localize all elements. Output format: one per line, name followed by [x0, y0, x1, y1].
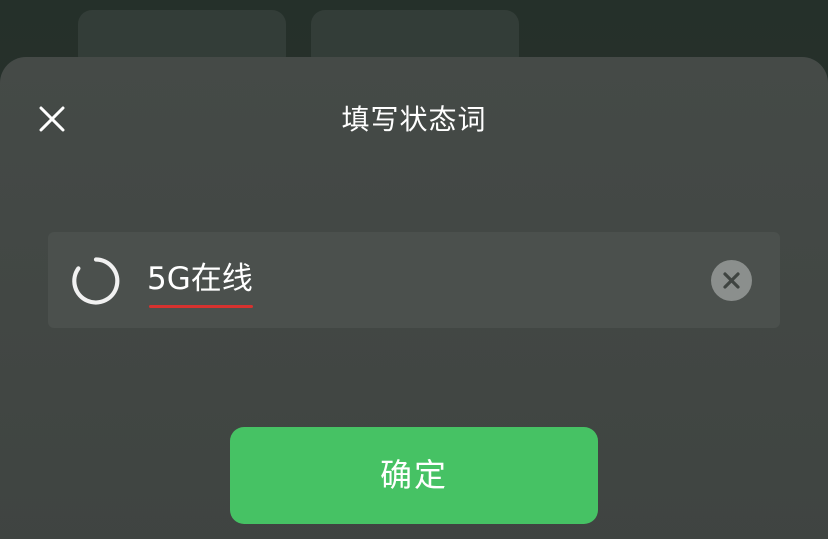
status-input-row[interactable]: 5G在线 [48, 232, 780, 328]
sheet-title: 填写状态词 [341, 103, 487, 136]
status-ring-icon [71, 256, 121, 306]
screen: 填写状态词 5G在线 确定 [0, 0, 828, 539]
confirm-button[interactable]: 确定 [230, 427, 598, 524]
clear-input-button[interactable] [711, 260, 752, 301]
clear-circle-icon [723, 272, 740, 289]
status-word-sheet: 填写状态词 5G在线 确定 [0, 57, 828, 539]
status-input[interactable]: 5G在线 [147, 258, 253, 308]
